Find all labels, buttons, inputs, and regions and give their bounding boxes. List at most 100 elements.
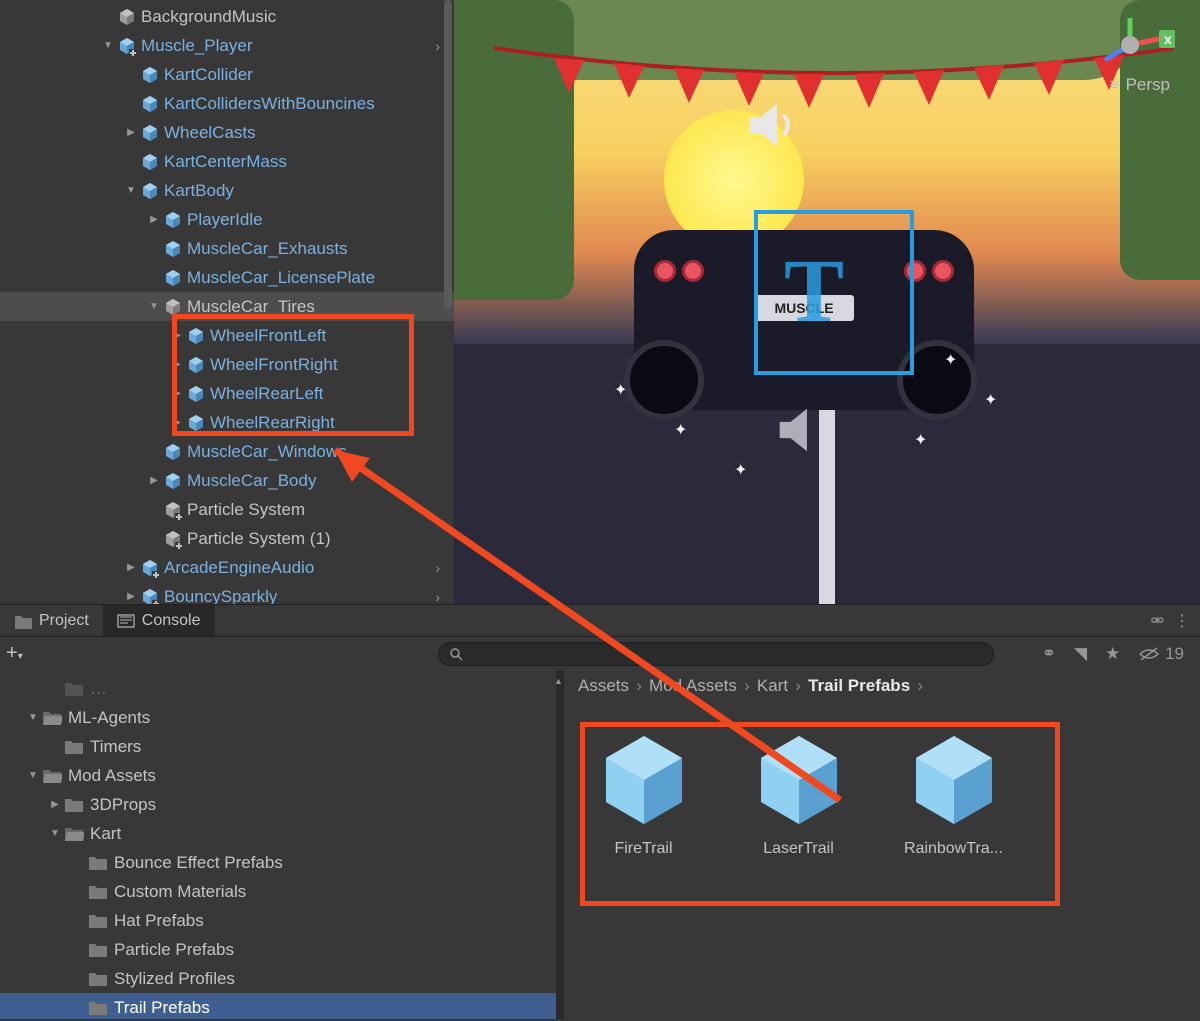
foldout-toggle[interactable] [124, 184, 138, 198]
foldout-toggle[interactable] [48, 827, 62, 841]
scene-view[interactable]: MUSCLE T Persp x ✦ ✦ ✦ ✦ ✦ ✦ [454, 0, 1200, 604]
folder-item[interactable]: Kart [0, 819, 556, 848]
foldout-toggle[interactable] [147, 300, 161, 314]
lock-icon[interactable]: ⚮ [1151, 611, 1164, 631]
hierarchy-item[interactable]: KartCollidersWithBouncines [0, 89, 454, 118]
folder-item[interactable]: ML-Agents [0, 703, 556, 732]
hierarchy-item-label: WheelCasts [164, 123, 256, 143]
foldout-toggle[interactable] [124, 126, 138, 140]
hierarchy-item-label: Particle System [187, 500, 305, 520]
folder-item[interactable]: Stylized Profiles [0, 964, 556, 993]
breadcrumb-part[interactable]: Mod Assets [649, 676, 737, 696]
asset-item[interactable]: RainbowTra... [896, 728, 1011, 858]
foldout-toggle[interactable] [101, 39, 115, 53]
hierarchy-item-label: MuscleCar_Body [187, 471, 316, 491]
foldout-toggle[interactable] [147, 213, 161, 227]
foldout-toggle[interactable] [170, 416, 184, 430]
foldout-toggle[interactable] [170, 387, 184, 401]
project-toolbar: +▾ ⚭ ◥ ★ 19 [0, 636, 1200, 670]
prefab-icon [140, 587, 160, 605]
breadcrumb-part[interactable]: Trail Prefabs [808, 676, 910, 696]
foldout-toggle[interactable] [147, 474, 161, 488]
foldout-toggle [48, 740, 62, 754]
open-prefab-icon[interactable]: › [435, 38, 440, 54]
hierarchy-scrollbar[interactable] [444, 0, 452, 310]
hierarchy-item[interactable]: MuscleCar_Body [0, 466, 454, 495]
prefab-icon [163, 442, 183, 462]
folder-item[interactable]: Custom Materials [0, 877, 556, 906]
favorite-icon[interactable]: ★ [1105, 644, 1120, 664]
foldout-toggle [124, 68, 138, 82]
hierarchy-item[interactable]: Particle System [0, 495, 454, 524]
folder-label: Trail Prefabs [114, 998, 210, 1018]
audio-gizmo-icon [774, 400, 829, 460]
search-input[interactable] [469, 646, 983, 662]
hierarchy-item[interactable]: Muscle_Player › [0, 31, 454, 60]
hierarchy-item[interactable]: BouncySparkly› [0, 582, 454, 604]
hierarchy-item[interactable]: WheelCasts [0, 118, 454, 147]
hierarchy-item-label: KartBody [164, 181, 234, 201]
hierarchy-item[interactable]: ArcadeEngineAudio› [0, 553, 454, 582]
hierarchy-item[interactable]: WheelFrontRight [0, 350, 454, 379]
hidden-toggle[interactable]: 19 [1138, 644, 1184, 664]
breadcrumb-part[interactable]: Kart [757, 676, 788, 696]
hierarchy-item[interactable]: MuscleCar_Exhausts [0, 234, 454, 263]
hierarchy-item[interactable]: KartCollider [0, 60, 454, 89]
orientation-gizmo[interactable]: x [1085, 10, 1175, 80]
foldout-toggle[interactable] [26, 769, 40, 783]
hierarchy-item[interactable]: KartBody [0, 176, 454, 205]
hierarchy-item-label: MuscleCar_Windows [187, 442, 347, 462]
folder-item[interactable]: Mod Assets [0, 761, 556, 790]
hierarchy-item[interactable]: WheelRearRight [0, 408, 454, 437]
panel-divider[interactable] [556, 670, 564, 1019]
prefab-icon [163, 471, 183, 491]
folder-label: Timers [90, 737, 141, 757]
project-search[interactable] [438, 642, 994, 666]
folder-item[interactable]: Trail Prefabs [0, 993, 556, 1019]
open-prefab-icon[interactable]: › [435, 589, 440, 605]
hierarchy-item-label: Particle System (1) [187, 529, 331, 549]
asset-item[interactable]: LaserTrail [741, 728, 856, 858]
console-tab[interactable]: Console [103, 605, 215, 636]
breadcrumb-part[interactable]: Assets [578, 676, 629, 696]
folder-item[interactable]: 3DProps [0, 790, 556, 819]
foldout-toggle[interactable] [48, 798, 62, 812]
open-prefab-icon[interactable]: › [435, 560, 440, 576]
filter-label-icon[interactable]: ◥ [1074, 644, 1087, 664]
hierarchy-item[interactable]: WheelFrontLeft [0, 321, 454, 350]
foldout-toggle[interactable] [170, 358, 184, 372]
hierarchy-item[interactable]: Particle System (1) [0, 524, 454, 553]
foldout-toggle[interactable] [170, 329, 184, 343]
folder-item[interactable]: Bounce Effect Prefabs [0, 848, 556, 877]
foldout-toggle[interactable] [26, 711, 40, 725]
hierarchy-item[interactable]: WheelRearLeft [0, 379, 454, 408]
prefab-icon [140, 558, 160, 578]
folder-label: Particle Prefabs [114, 940, 234, 960]
chevron-right-icon: › [741, 676, 753, 696]
folder-item[interactable]: … [0, 674, 556, 703]
foldout-toggle[interactable] [124, 590, 138, 604]
menu-icon[interactable]: ⋮ [1174, 611, 1190, 631]
folder-label: Custom Materials [114, 882, 246, 902]
hierarchy-item[interactable]: MuscleCar_Windows [0, 437, 454, 466]
folder-icon [42, 767, 62, 784]
hierarchy-item[interactable]: PlayerIdle [0, 205, 454, 234]
gameobject-icon [163, 500, 183, 520]
project-tab[interactable]: Project [0, 605, 103, 636]
hierarchy-item[interactable]: BackgroundMusic [0, 2, 454, 31]
hierarchy-item[interactable]: KartCenterMass [0, 147, 454, 176]
filter-type-icon[interactable]: ⚭ [1042, 644, 1056, 664]
prefab-icon [140, 152, 160, 172]
add-button[interactable]: +▾ [6, 642, 38, 665]
folder-item[interactable]: Timers [0, 732, 556, 761]
folder-icon [88, 854, 108, 871]
foldout-toggle[interactable] [124, 561, 138, 575]
hierarchy-item[interactable]: MuscleCar_LicensePlate [0, 263, 454, 292]
asset-item[interactable]: FireTrail [586, 728, 701, 858]
prefab-icon [140, 94, 160, 114]
hierarchy-item[interactable]: MuscleCar_Tires [0, 292, 454, 321]
folder-item[interactable]: Particle Prefabs [0, 935, 556, 964]
hierarchy-item-label: Muscle_Player [141, 36, 253, 56]
hierarchy-item-label: KartCenterMass [164, 152, 287, 172]
folder-item[interactable]: Hat Prefabs [0, 906, 556, 935]
